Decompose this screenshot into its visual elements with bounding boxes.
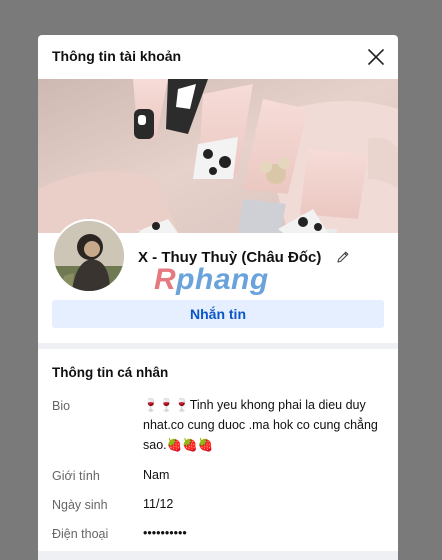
bio-label: Bio (52, 399, 71, 413)
gender-value: Nam (143, 468, 170, 482)
profile-section: X - Thuy Thuỳ (Châu Đốc) Rphang Nhắn tin (38, 219, 398, 343)
watermark-logo: Rphang (154, 263, 269, 296)
dialog-header: Thông tin tài khoản (38, 35, 398, 80)
section-divider-bottom (38, 551, 398, 560)
section-title: Thông tin cá nhân (52, 365, 169, 380)
edit-pencil-icon[interactable] (335, 249, 351, 265)
gender-label: Giới tính (52, 469, 100, 483)
cover-photo[interactable] (38, 79, 398, 233)
personal-info-section: Thông tin cá nhân Bio 🍷🍷🍷Tinh yeu khong … (38, 349, 398, 560)
birthday-label: Ngày sinh (52, 498, 108, 512)
avatar-photo (54, 221, 124, 291)
account-info-dialog: Thông tin tài khoản X - Thuy Thuỳ (Châu … (38, 35, 398, 560)
close-icon[interactable] (364, 45, 388, 69)
avatar[interactable] (52, 219, 126, 293)
phone-label: Điện thoại (52, 527, 109, 541)
birthday-value: 11/12 (143, 497, 174, 511)
phone-value: •••••••••• (143, 526, 187, 540)
dialog-title: Thông tin tài khoản (52, 48, 182, 64)
bio-value: 🍷🍷🍷Tinh yeu khong phai la dieu duy nhat.… (143, 398, 378, 452)
message-button[interactable]: Nhắn tin (52, 300, 384, 328)
